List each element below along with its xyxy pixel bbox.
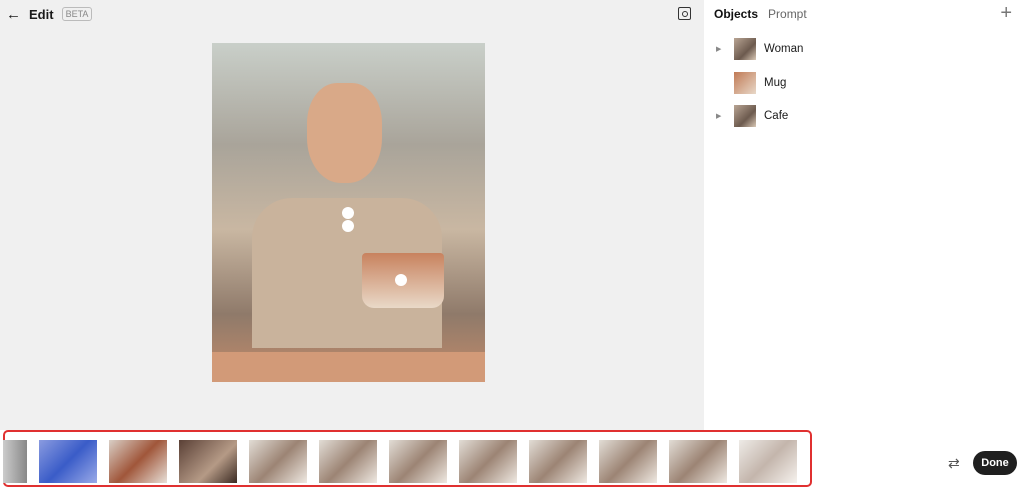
focus-icon[interactable] (678, 7, 691, 20)
back-arrow-icon[interactable]: ← (6, 6, 21, 23)
tab-prompt[interactable]: Prompt (768, 7, 807, 21)
beta-badge: BETA (61, 7, 93, 21)
object-item-cafe[interactable]: ▶ Cafe (716, 105, 788, 127)
shuffle-icon[interactable]: ⇄ (948, 455, 960, 472)
table (212, 352, 485, 382)
variation-thumbnail[interactable] (109, 440, 167, 483)
variation-thumbnail[interactable] (669, 440, 727, 483)
object-label: Cafe (764, 110, 789, 122)
variation-thumbnail[interactable] (319, 440, 377, 483)
done-button[interactable]: Done (973, 451, 1017, 475)
caret-right-icon[interactable]: ▶ (716, 45, 726, 53)
variation-thumbnail[interactable] (179, 440, 237, 483)
variation-thumbnail[interactable] (249, 440, 307, 483)
object-handle-cafe[interactable] (342, 220, 354, 232)
add-icon[interactable]: + (1000, 2, 1012, 25)
object-handle-mug[interactable] (395, 274, 407, 286)
object-label: Woman (764, 43, 804, 55)
caret-right-icon[interactable]: ▶ (716, 112, 726, 120)
object-handle-woman[interactable] (342, 207, 354, 219)
variation-thumbnail[interactable] (529, 440, 587, 483)
object-item-woman[interactable]: ▶ Woman (716, 38, 803, 60)
object-thumbnail (734, 72, 756, 94)
variation-bar (0, 430, 1024, 490)
variation-thumbnail[interactable] (599, 440, 657, 483)
variation-thumbnail[interactable] (739, 440, 797, 483)
woman-face (307, 83, 382, 183)
image-canvas[interactable] (212, 43, 485, 382)
tab-objects[interactable]: Objects (714, 7, 758, 21)
variation-thumbnail[interactable] (389, 440, 447, 483)
object-thumbnail (734, 38, 756, 60)
object-thumbnail (734, 105, 756, 127)
page-title: Edit (29, 6, 54, 22)
variation-thumbnail[interactable] (3, 440, 27, 483)
variation-thumbnail[interactable] (39, 440, 97, 483)
object-label: Mug (764, 77, 787, 89)
top-bar: ← Edit BETA (0, 0, 93, 28)
object-item-mug[interactable]: Mug (716, 72, 786, 94)
variation-thumbnail[interactable] (459, 440, 517, 483)
side-panel: Objects Prompt + ▶ Woman Mug ▶ Cafe (704, 0, 1024, 430)
thumbnail-strip[interactable] (3, 430, 812, 487)
